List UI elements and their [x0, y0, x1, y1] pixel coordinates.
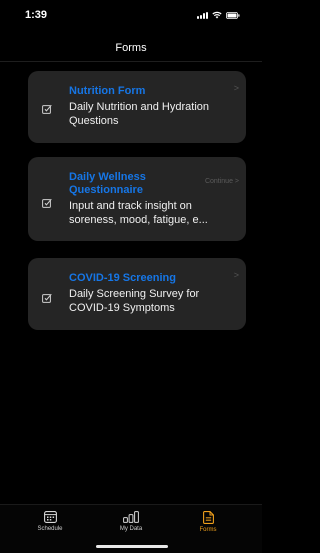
cellular-signal-icon — [197, 11, 208, 19]
form-description: Daily Nutrition and Hydration Questions — [69, 101, 210, 127]
chevron-right-icon: > — [233, 270, 239, 280]
chevron-right-icon: > — [233, 83, 239, 93]
form-description: Daily Screening Survey for COVID-19 Symp… — [69, 288, 200, 314]
tab-forms[interactable]: Forms — [178, 511, 238, 533]
document-icon — [202, 511, 214, 524]
wifi-icon — [212, 11, 222, 19]
status-bar: 1:39 — [0, 0, 262, 30]
form-card-covid[interactable]: COVID-19 Screening Daily Screening Surve… — [28, 258, 246, 330]
checkbox-edit-icon — [42, 290, 52, 303]
form-card-text: COVID-19 Screening Daily Screening Surve… — [69, 272, 238, 315]
form-description: Input and track insight on soreness, moo… — [69, 200, 208, 226]
form-title: Nutrition Form — [69, 85, 146, 97]
checkbox-edit-icon — [42, 101, 52, 114]
battery-icon — [226, 11, 240, 19]
tab-label: My Data — [119, 526, 143, 532]
page-title: Forms — [115, 42, 147, 54]
continue-link[interactable]: Continue > — [205, 178, 239, 185]
form-card-wellness[interactable]: Daily Wellness Questionnaire Input and t… — [28, 157, 246, 241]
status-time: 1:39 — [25, 9, 48, 21]
form-card-text: Nutrition Form Daily Nutrition and Hydra… — [69, 85, 238, 128]
calendar-icon — [43, 511, 57, 523]
form-title: Daily Wellness Questionnaire — [69, 171, 146, 196]
tab-schedule[interactable]: Schedule — [20, 511, 80, 532]
status-icons — [197, 11, 240, 19]
home-indicator — [96, 545, 168, 548]
tab-label: Schedule — [37, 526, 63, 532]
form-card-nutrition[interactable]: Nutrition Form Daily Nutrition and Hydra… — [28, 71, 246, 143]
header-divider — [0, 61, 262, 62]
tab-my-data[interactable]: My Data — [101, 511, 161, 532]
form-title: COVID-19 Screening — [69, 272, 176, 284]
checkbox-edit-icon — [42, 195, 52, 208]
tab-label: Forms — [199, 527, 217, 533]
bar-chart-icon — [122, 511, 139, 523]
